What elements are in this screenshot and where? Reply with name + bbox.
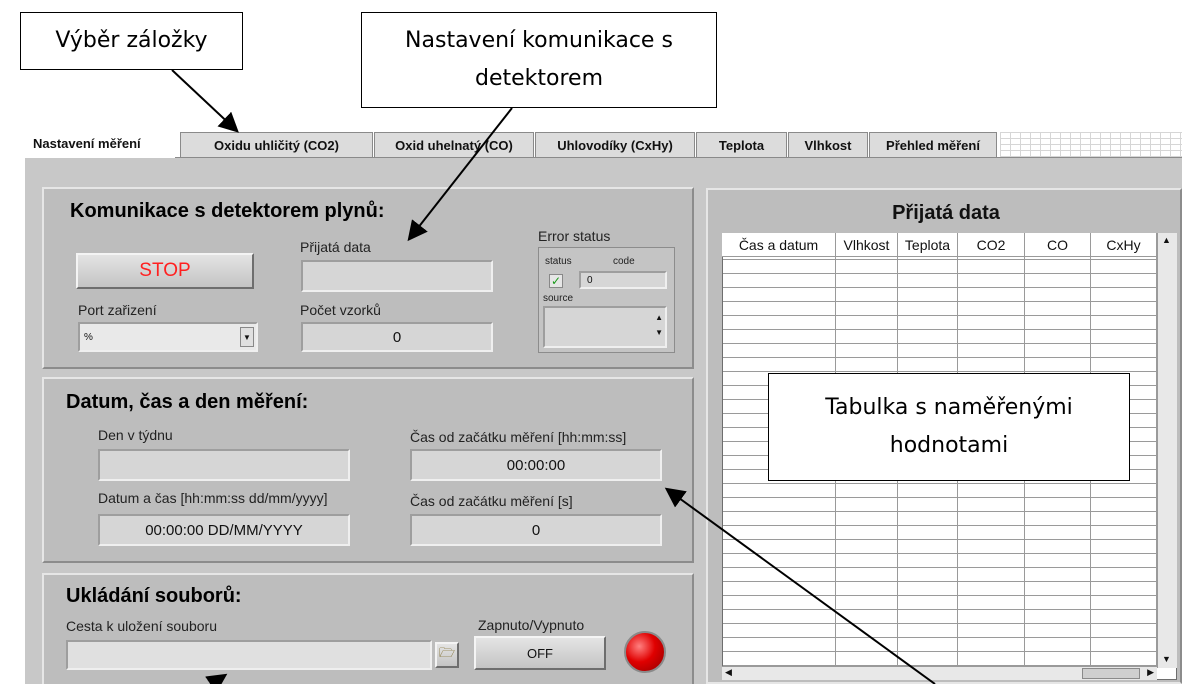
- arrow-file-path: [205, 673, 228, 684]
- arrow-tab-select: [171, 69, 239, 133]
- annotation-arrows: [171, 69, 936, 684]
- arrow-table-note: [664, 487, 936, 684]
- arrow-comm-settings: [407, 107, 513, 242]
